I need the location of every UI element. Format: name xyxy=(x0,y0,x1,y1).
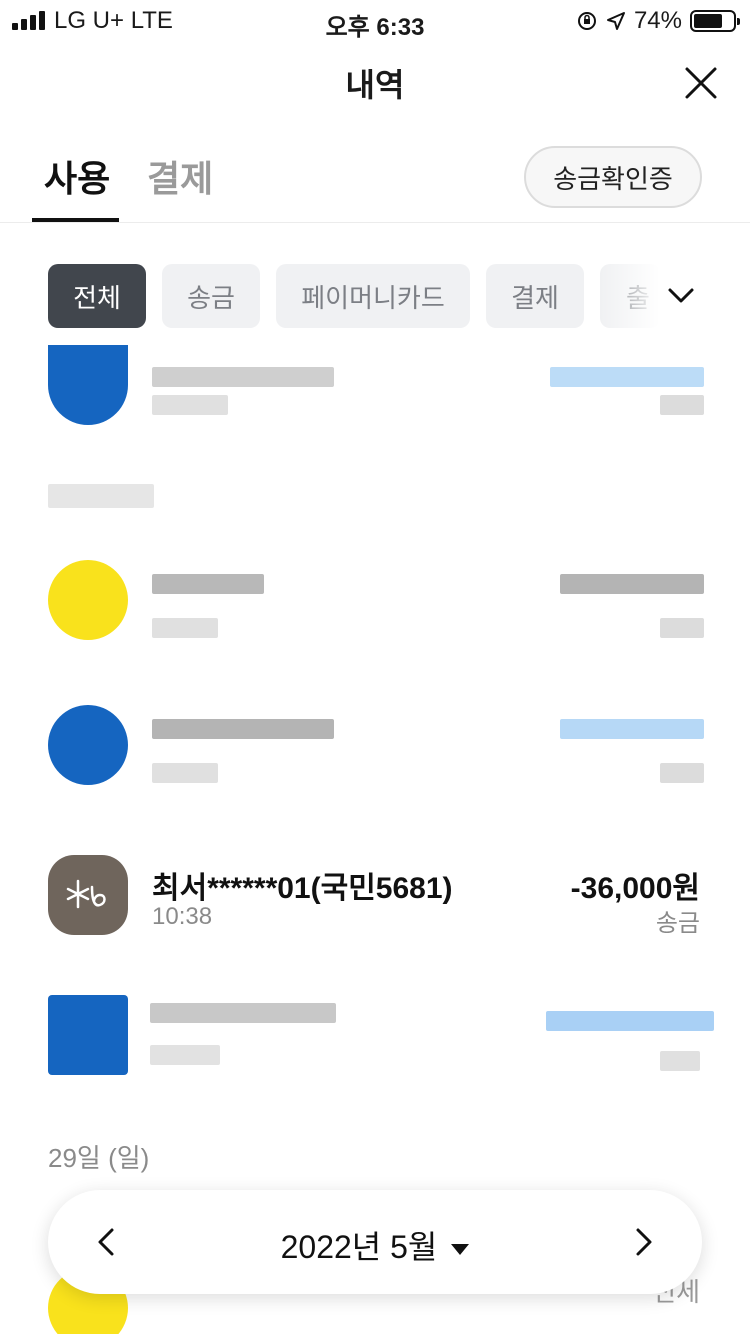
transaction-type: 송금 xyxy=(655,910,700,937)
filter-chip-payment[interactable]: 결제 xyxy=(486,264,584,328)
battery-percent: 74% xyxy=(633,7,682,34)
avatar xyxy=(48,705,128,785)
battery-icon xyxy=(690,10,740,32)
date-section-label: 29일 (일) xyxy=(48,1143,150,1173)
list-item[interactable] xyxy=(0,345,750,455)
transaction-amount: -36,000원 xyxy=(570,872,700,905)
rotation-lock-icon xyxy=(577,12,596,30)
list-item[interactable] xyxy=(0,705,750,815)
transaction-row[interactable]: 최서******01(국민5681) 10:38 -36,000원 송금 xyxy=(0,855,750,965)
avatar xyxy=(48,560,128,640)
tab-payment[interactable]: 결제 xyxy=(147,150,213,202)
month-picker: 2022년 5월 xyxy=(48,1190,702,1294)
avatar xyxy=(48,345,128,425)
list-item[interactable] xyxy=(0,560,750,670)
tab-usage[interactable]: 사용 xyxy=(44,150,110,202)
remittance-certificate-button[interactable]: 송금확인증 xyxy=(524,146,702,208)
transaction-time: 10:38 xyxy=(152,903,213,930)
caret-down-icon xyxy=(451,1244,470,1256)
chevron-down-icon[interactable] xyxy=(666,281,696,311)
close-icon[interactable] xyxy=(684,66,718,100)
kb-bank-avatar xyxy=(48,855,128,935)
list-item[interactable] xyxy=(0,995,750,1105)
page-title: 내역 xyxy=(345,67,405,103)
status-bar: LG U+ LTE 오후 6:33 74% xyxy=(0,0,750,41)
transaction-name: 최서******01(국민5681) xyxy=(152,872,453,905)
divider xyxy=(0,222,750,223)
month-label: 2022년 5월 xyxy=(280,1229,438,1265)
filter-chip-remittance[interactable]: 송금 xyxy=(162,264,260,328)
location-arrow-icon xyxy=(606,12,625,30)
filter-chip-paymoney-card[interactable]: 페이머니카드 xyxy=(276,264,470,328)
filter-chip-all[interactable]: 전체 xyxy=(48,264,146,328)
chevron-right-icon[interactable] xyxy=(628,1226,658,1258)
avatar xyxy=(48,995,128,1075)
kb-logo-icon xyxy=(66,879,106,909)
month-selector[interactable]: 2022년 5월 xyxy=(48,1222,702,1268)
date-label-blurred xyxy=(48,484,154,508)
